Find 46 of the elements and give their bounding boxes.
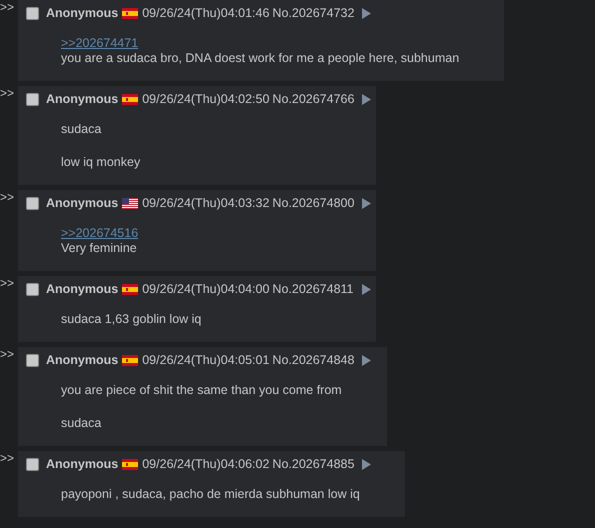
poster-name: Anonymous	[46, 6, 118, 20]
reply-arrows: >>	[0, 451, 16, 465]
quote-link[interactable]: >>202674516	[61, 226, 138, 241]
post-number[interactable]: No.202674811	[272, 282, 354, 296]
checkbox[interactable]	[26, 354, 39, 366]
poster-name: Anonymous	[46, 353, 118, 367]
quote-link[interactable]: >>202674471	[61, 36, 138, 51]
message-text: sudaca 1,63 goblin low iq	[61, 312, 202, 327]
checkbox[interactable]	[26, 196, 39, 210]
checkbox[interactable]	[26, 458, 39, 470]
post-date: 09/26/24(Thu)04:03:32	[142, 196, 270, 210]
poster-name: Anonymous	[46, 92, 118, 106]
menu-arrow-icon[interactable]	[362, 8, 372, 18]
checkbox[interactable]	[26, 6, 39, 20]
reply-arrows: >>	[0, 190, 16, 204]
post-date: 09/26/24(Thu)04:04:00	[142, 282, 270, 296]
post-date: 09/26/24(Thu)04:06:02	[142, 457, 270, 471]
reply-arrows: >>	[0, 276, 16, 290]
message-text: low iq monkey	[61, 155, 142, 170]
checkbox[interactable]	[26, 92, 39, 106]
post-number[interactable]: No.202674885	[272, 457, 354, 471]
post-date: 09/26/24(Thu)04:01:46	[142, 6, 270, 20]
reply-arrows: >>	[0, 347, 16, 361]
message-text: you are a sudaca bro, DNA doest work for me a people here, subhuman	[61, 51, 460, 66]
post-number[interactable]: No.202674800	[272, 196, 354, 210]
menu-arrow-icon[interactable]	[362, 458, 372, 470]
message-text: Very feminine	[61, 241, 138, 256]
post-date: 09/26/24(Thu)04:05:01	[142, 353, 270, 367]
poster-name: Anonymous	[46, 196, 118, 210]
menu-arrow-icon[interactable]	[362, 198, 372, 208]
post-number[interactable]: No.202674732	[272, 6, 354, 20]
reply-arrows: >>	[0, 86, 16, 100]
poster-name: Anonymous	[46, 457, 118, 471]
post-date: 09/26/24(Thu)04:02:50	[142, 92, 270, 106]
checkbox[interactable]	[26, 282, 39, 296]
menu-arrow-icon[interactable]	[362, 94, 372, 104]
message-text: you are piece of shit the same than you come from	[61, 383, 342, 398]
post-number[interactable]: No.202674766	[272, 92, 354, 106]
menu-arrow-icon[interactable]	[362, 354, 372, 366]
message-text: sudaca	[61, 122, 102, 137]
reply-arrows: >>	[0, 0, 16, 14]
post-number[interactable]: No.202674848	[272, 353, 354, 367]
message-text: sudaca	[61, 416, 102, 431]
poster-name: Anonymous	[46, 282, 118, 296]
message-text: payoponi , sudaca, pacho de mierda subhuman low iq	[61, 487, 360, 502]
menu-arrow-icon[interactable]	[362, 284, 371, 294]
